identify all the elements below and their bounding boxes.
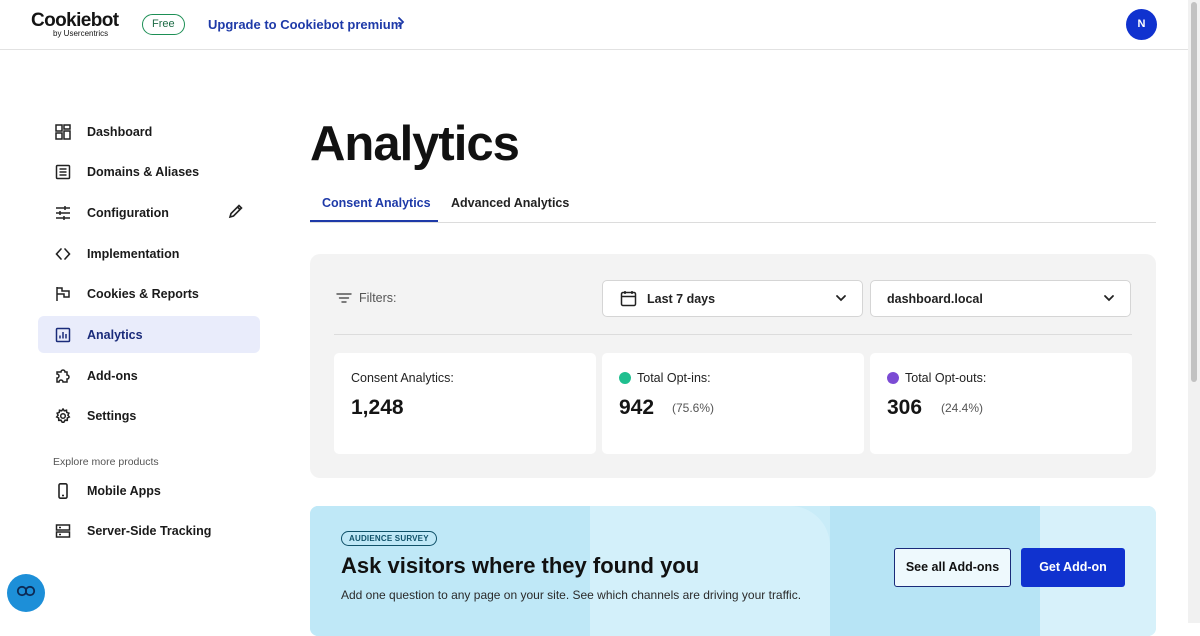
date-range-select[interactable]: Last 7 days	[602, 280, 863, 317]
opt-in-dot-icon	[619, 372, 631, 384]
server-icon	[54, 522, 72, 540]
card-value: 1,248	[351, 396, 404, 419]
card-percent: (75.6%)	[672, 401, 715, 415]
cookiebot-logo[interactable]: Cookiebot by Usercentrics	[31, 11, 119, 38]
analytics-tabs: Consent Analytics Advanced Analytics	[310, 184, 1156, 223]
user-avatar[interactable]: N	[1126, 9, 1157, 40]
sidebar-item-label: Add-ons	[87, 368, 138, 383]
puzzle-icon	[54, 367, 72, 385]
explore-products-nav: Mobile Apps Server-Side Tracking	[38, 472, 260, 553]
card-value: 306	[887, 396, 923, 419]
sidebar-item-mobile-apps[interactable]: Mobile Apps	[38, 472, 260, 509]
sidebar-item-configuration[interactable]: Configuration	[38, 194, 260, 231]
scrollbar-thumb[interactable]	[1191, 2, 1197, 382]
filter-icon	[336, 291, 352, 310]
opt-outs-card: Total Opt-outs: 306 (24.4%)	[870, 353, 1132, 454]
card-percent: (24.4%)	[941, 401, 984, 415]
panel-divider	[334, 334, 1132, 335]
mobile-phone-icon	[54, 482, 72, 500]
sliders-icon	[54, 204, 72, 222]
get-add-on-button[interactable]: Get Add-on	[1021, 548, 1125, 587]
sidebar-item-cookies-reports[interactable]: Cookies & Reports	[38, 276, 260, 313]
analytics-panel: Filters: Last 7 days dashboard.local Con…	[310, 254, 1156, 478]
card-label: Total Opt-ins:	[637, 371, 711, 385]
opt-ins-card: Total Opt-ins: 942 (75.6%)	[602, 353, 864, 454]
sidebar-item-add-ons[interactable]: Add-ons	[38, 357, 260, 394]
tab-advanced-analytics[interactable]: Advanced Analytics	[451, 196, 569, 210]
page-title: Analytics	[310, 117, 520, 171]
cookie-consent-fab[interactable]	[7, 574, 45, 612]
upgrade-link[interactable]: Upgrade to Cookiebot premium	[208, 17, 402, 32]
sidebar-item-analytics[interactable]: Analytics	[38, 316, 260, 354]
chevron-down-icon	[1103, 292, 1115, 307]
chevron-down-icon	[835, 292, 847, 307]
sidebar-item-label: Analytics	[87, 327, 143, 342]
sidebar-item-label: Dashboard	[87, 124, 153, 139]
gear-icon	[54, 407, 72, 425]
consent-analytics-card: Consent Analytics: 1,248	[334, 353, 596, 454]
sidebar-item-label: Mobile Apps	[87, 483, 161, 498]
sidebar-item-label: Cookies & Reports	[87, 287, 199, 302]
code-brackets-icon	[54, 245, 72, 263]
sidebar-item-label: Implementation	[87, 246, 180, 261]
tab-consent-analytics[interactable]: Consent Analytics	[322, 196, 431, 210]
sidebar-item-dashboard[interactable]: Dashboard	[38, 113, 260, 150]
cookie-settings-icon	[16, 584, 36, 602]
chevron-right-icon[interactable]	[396, 15, 406, 33]
flag-icon	[54, 285, 72, 303]
sidebar-item-label: Server-Side Tracking	[87, 524, 212, 539]
sidebar-nav: Dashboard Domains & Aliases Configuratio…	[38, 113, 260, 439]
pencil-edit-icon[interactable]	[228, 203, 244, 222]
sidebar-item-label: Settings	[87, 409, 137, 424]
dashboard-grid-icon	[54, 123, 72, 141]
sidebar-item-label: Configuration	[87, 205, 169, 220]
sidebar-item-settings[interactable]: Settings	[38, 398, 260, 435]
bar-chart-icon	[54, 326, 72, 344]
top-bar: Cookiebot by Usercentrics Free Upgrade t…	[0, 0, 1188, 50]
opt-out-dot-icon	[887, 372, 899, 384]
filters-label: Filters:	[359, 291, 397, 305]
explore-heading: Explore more products	[53, 456, 159, 468]
page-scrollbar[interactable]	[1188, 0, 1200, 623]
logo-text: Cookiebot	[31, 10, 119, 31]
banner-title: Ask visitors where they found you	[341, 553, 700, 578]
banner-description: Add one question to any page on your sit…	[341, 588, 802, 602]
sidebar-item-domains[interactable]: Domains & Aliases	[38, 154, 260, 191]
card-label: Consent Analytics:	[351, 371, 454, 385]
plan-badge: Free	[142, 14, 185, 35]
see-all-add-ons-button[interactable]: See all Add-ons	[894, 548, 1011, 587]
calendar-icon	[620, 290, 637, 310]
sidebar-item-implementation[interactable]: Implementation	[38, 235, 260, 272]
active-tab-indicator	[310, 220, 438, 222]
sidebar-item-server-side-tracking[interactable]: Server-Side Tracking	[38, 513, 260, 550]
audience-survey-banner: AUDIENCE SURVEY Ask visitors where they …	[310, 506, 1156, 636]
domain-select[interactable]: dashboard.local	[870, 280, 1131, 317]
date-range-value: Last 7 days	[647, 292, 716, 306]
sidebar-item-label: Domains & Aliases	[87, 165, 200, 180]
card-label: Total Opt-outs:	[905, 371, 987, 385]
audience-survey-badge: AUDIENCE SURVEY	[341, 531, 437, 546]
domain-value: dashboard.local	[887, 292, 983, 306]
list-document-icon	[54, 163, 72, 181]
card-value: 942	[619, 396, 655, 419]
